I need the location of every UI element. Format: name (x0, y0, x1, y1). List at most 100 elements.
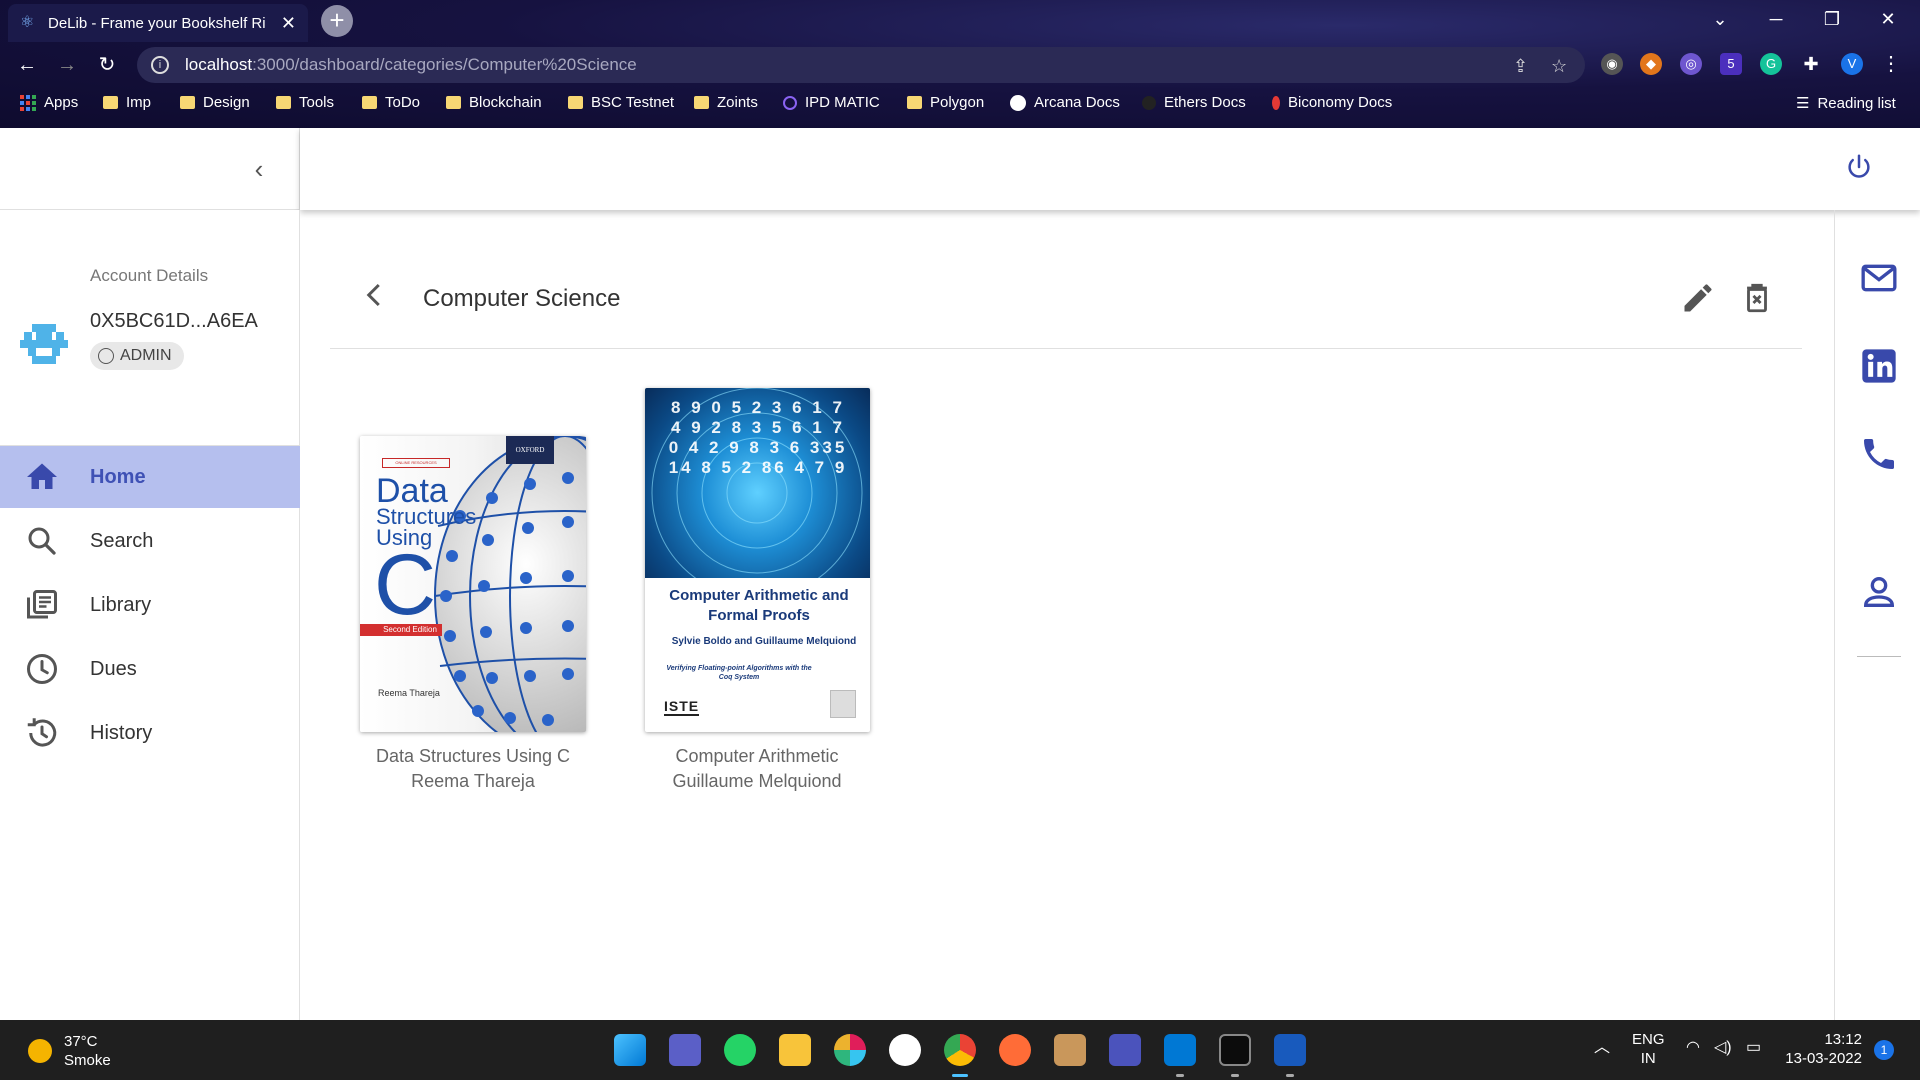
folder-icon (180, 96, 195, 109)
language-indicator[interactable]: ENG IN (1632, 1030, 1665, 1068)
mail-icon[interactable] (1859, 258, 1899, 298)
apps-grid-icon (20, 94, 36, 111)
bookmark-folder[interactable]: Blockchain (446, 94, 542, 111)
polygon-chain-icon (783, 95, 797, 110)
linkedin-icon[interactable] (1859, 346, 1899, 386)
word-icon[interactable] (1274, 1034, 1306, 1066)
restore-button[interactable]: ❐ (1804, 0, 1860, 38)
cover-digits: 8 9 0 5 2 3 6 1 7 4 9 2 8 3 5 6 1 7 0 4 … (668, 398, 848, 477)
bookmark-folder[interactable]: Polygon (907, 94, 984, 111)
sun-icon (28, 1039, 52, 1063)
clock-widget[interactable]: 13:12 13-03-2022 (1780, 1030, 1862, 1068)
bookmark-apps[interactable]: Apps (20, 94, 78, 111)
bookmark-label: ToDo (385, 94, 421, 111)
profile-avatar[interactable]: V (1841, 53, 1863, 75)
new-tab-button[interactable]: + (321, 5, 353, 37)
postman-icon[interactable] (999, 1034, 1031, 1066)
tab-strip: ⚛ DeLib - Frame your Bookshelf Ri ✕ + ⌄ … (0, 0, 1920, 42)
nav-label: History (90, 721, 153, 744)
grammarly-ext-icon[interactable]: G (1760, 53, 1782, 75)
extensions-icon[interactable]: ✚ (1800, 53, 1822, 75)
back-nav-button[interactable]: ← (12, 50, 42, 80)
bookmark-folder[interactable]: Zoints (694, 94, 758, 111)
metamask-ext-icon[interactable]: ◆ (1640, 53, 1662, 75)
bookmark-folder[interactable]: Tools (276, 94, 334, 111)
bookmark-label: Imp (126, 94, 152, 111)
terminal-icon[interactable] (1219, 1034, 1251, 1066)
mongodb-compass-icon[interactable] (889, 1034, 921, 1066)
bookmark-link[interactable]: Arcana Docs (1010, 94, 1120, 111)
wifi-icon[interactable]: ◠ (1686, 1038, 1700, 1057)
bookmark-link[interactable]: Ethers Docs (1142, 94, 1246, 111)
biconomy-icon (1272, 95, 1280, 110)
book-cover-image[interactable]: OXFORD ONLINE RESOURCES Data Structures … (360, 436, 586, 732)
edit-pencil-icon[interactable] (1680, 280, 1716, 316)
bookmark-link[interactable]: IPD MATIC (783, 94, 880, 111)
reading-list-icon: ☰ (1796, 95, 1810, 112)
tab-close-icon[interactable]: ✕ (281, 13, 296, 34)
notification-badge[interactable]: 1 (1874, 1040, 1894, 1060)
browser-tab[interactable]: ⚛ DeLib - Frame your Bookshelf Ri ✕ (8, 4, 308, 42)
forward-nav-button[interactable]: → (52, 50, 82, 80)
role-chip: ADMIN (90, 342, 184, 370)
ethers-icon (1142, 95, 1156, 110)
book-title[interactable]: Data Structures Using C (343, 746, 603, 767)
virtualbox-icon[interactable] (1054, 1034, 1086, 1066)
nav-label: Home (90, 465, 146, 488)
nav-item-history[interactable]: History (0, 702, 300, 764)
bookmark-folder[interactable]: ToDo (362, 94, 420, 111)
show-hidden-icons-icon[interactable]: ︿ (1594, 1038, 1610, 1057)
divider (330, 348, 1802, 349)
reading-list-button[interactable]: ☰ Reading list (1796, 94, 1896, 113)
running-app-indicator (1176, 1074, 1184, 1077)
reload-button[interactable]: ↻ (92, 50, 122, 80)
nav-item-dues[interactable]: Dues (0, 638, 300, 700)
address-bar[interactable]: i localhost:3000/dashboard/categories/Co… (137, 47, 1585, 83)
collapse-sidebar-button[interactable]: ‹ (247, 154, 271, 184)
back-arrow-icon[interactable] (360, 280, 390, 310)
bookmark-folder[interactable]: Imp (103, 94, 151, 111)
windows-start-icon[interactable] (614, 1034, 646, 1066)
bookmark-link[interactable]: Biconomy Docs (1272, 94, 1392, 111)
book-title[interactable]: Computer Arithmetic (627, 746, 887, 767)
folder-icon (446, 96, 461, 109)
badge-ext-icon[interactable]: 5 (1720, 53, 1742, 75)
nav-item-library[interactable]: Library (0, 574, 300, 636)
reading-list-label: Reading list (1817, 94, 1896, 112)
nav-label: Search (90, 529, 154, 552)
book-cover-image[interactable]: 8 9 0 5 2 3 6 1 7 4 9 2 8 3 5 6 1 7 0 4 … (645, 388, 870, 732)
teams-chat-icon[interactable] (669, 1034, 701, 1066)
nav-item-home[interactable]: Home (0, 446, 300, 508)
bookmark-label: Arcana Docs (1034, 94, 1120, 111)
discord-ext-icon[interactable]: ◎ (1680, 53, 1702, 75)
app-root: ‹ Account Details 0X5BC61D...A6EA ADMIN … (0, 128, 1920, 1020)
slack-icon[interactable] (834, 1034, 866, 1066)
close-window-button[interactable]: ✕ (1860, 0, 1916, 38)
clock-icon (27, 654, 57, 684)
bookmark-folder[interactable]: Design (180, 94, 250, 111)
bookmark-folder[interactable]: BSC Testnet (568, 94, 674, 111)
battery-icon[interactable]: ▭ (1746, 1038, 1761, 1057)
tab-search-icon[interactable]: ⌄ (1692, 0, 1748, 38)
teams-icon[interactable] (1109, 1034, 1141, 1066)
top-app-bar (300, 128, 1920, 210)
share-icon[interactable]: ⇪ (1513, 56, 1528, 77)
phone-icon[interactable] (1859, 434, 1899, 474)
menu-kebab-icon[interactable]: ⋮ (1880, 53, 1902, 75)
nav-item-search[interactable]: Search (0, 510, 300, 572)
power-icon[interactable] (1844, 152, 1874, 182)
whatsapp-icon[interactable] (724, 1034, 756, 1066)
file-explorer-icon[interactable] (779, 1034, 811, 1066)
volume-icon[interactable]: ◁) (1714, 1038, 1732, 1057)
site-info-icon[interactable]: i (151, 56, 169, 74)
chrome-icon[interactable] (944, 1034, 976, 1066)
camera-ext-icon[interactable]: ◉ (1601, 53, 1623, 75)
weather-widget[interactable]: 37°C Smoke (28, 1032, 111, 1070)
person-icon[interactable] (1859, 572, 1899, 612)
star-icon[interactable]: ☆ (1551, 56, 1567, 77)
vscode-icon[interactable] (1164, 1034, 1196, 1066)
minimize-button[interactable]: ─ (1748, 0, 1804, 38)
book-author: Guillaume Melquiond (672, 771, 842, 791)
delete-icon[interactable] (1740, 280, 1774, 316)
contact-rail (1834, 210, 1920, 1020)
